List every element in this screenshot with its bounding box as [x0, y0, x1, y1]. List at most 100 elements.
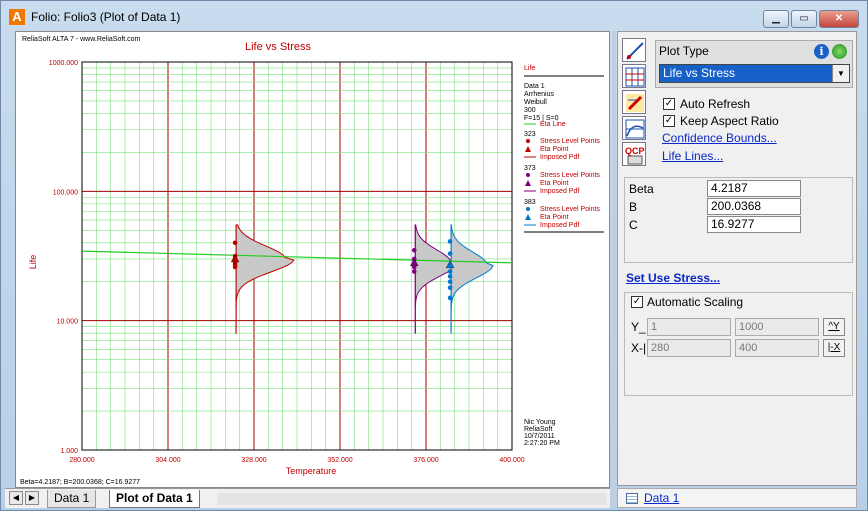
- plot-signature-line: 2:27:20 PM: [524, 440, 560, 447]
- life-vs-stress-chart: 280.000 304.000 328.000 352.000 376.000 400.0…: [20, 36, 604, 486]
- legend-info: Weibull: [524, 99, 547, 106]
- keep-aspect-label: Keep Aspect Ratio: [680, 114, 779, 128]
- param-value[interactable]: 4.2187: [707, 180, 801, 197]
- close-button[interactable]: ✕: [819, 10, 859, 28]
- y-tick-label: 1.000: [60, 448, 78, 455]
- grid-icon: [625, 67, 645, 87]
- legend-stress-points-label: Stress Level Points: [540, 172, 600, 179]
- set-use-stress-link[interactable]: Set Use Stress...: [626, 271, 720, 285]
- y-tick-label: 10.000: [57, 319, 79, 326]
- info-icon[interactable]: i: [814, 44, 829, 59]
- data-1-link[interactable]: Data 1: [644, 491, 679, 505]
- param-value[interactable]: 16.9277: [707, 216, 801, 233]
- scaling-group: ✓ Automatic Scaling Y_ 1 1000 ^Y X-| 280…: [624, 292, 853, 396]
- stress-level-point: [447, 279, 453, 285]
- maximize-button[interactable]: ▭: [791, 10, 817, 28]
- plot-tool-column: QCP: [622, 38, 652, 168]
- tab-nav-prev-button[interactable]: ◀: [9, 491, 23, 505]
- y-max-input[interactable]: 1000: [735, 318, 819, 336]
- y-axis-title: Life: [28, 255, 38, 270]
- grid-settings-tool[interactable]: [622, 64, 646, 88]
- plot-footer: Beta=4.2187; B=200.0368; C=16.9277: [20, 479, 140, 486]
- imposed-pdf-383: [450, 224, 494, 334]
- legend-eta-swatch: [525, 180, 531, 186]
- legend-eta-line-label: Eta Line: [540, 121, 566, 128]
- annotate-tool[interactable]: [622, 90, 646, 114]
- legend-stress-value: 383: [524, 199, 536, 206]
- life-lines-link[interactable]: Life Lines...: [662, 149, 723, 163]
- qcp-tool[interactable]: QCP: [622, 142, 646, 166]
- plot-type-value: Life vs Stress: [663, 66, 736, 80]
- alta-app-icon: A: [9, 9, 25, 25]
- plot-control-panel: QCP Plot Type i Life vs Stress ▼ ✓ Auto …: [617, 31, 857, 486]
- stress-level-point: [232, 264, 238, 270]
- legend-info: Arrhenius: [524, 91, 554, 98]
- chart-scale-icon: [625, 119, 645, 139]
- data-status-strip: Data 1: [617, 488, 857, 508]
- stress-level-point: [447, 274, 453, 279]
- legend-point-swatch: [526, 139, 530, 143]
- confidence-bounds-link[interactable]: Confidence Bounds...: [662, 131, 777, 145]
- y-min-input[interactable]: 1: [647, 318, 731, 336]
- legend-point-swatch: [526, 207, 530, 211]
- param-row-b: B 200.0368: [625, 198, 854, 216]
- legend-info: Data 1: [524, 83, 545, 90]
- plot-signature-line: ReliaSoft: [524, 426, 552, 433]
- application-window: A Folio: Folio3 (Plot of Data 1) ▁ ▭ ✕ 2…: [0, 0, 868, 511]
- y-tick-label: 1000.000: [49, 60, 78, 67]
- svg-text:QCP: QCP: [625, 146, 645, 156]
- stress-level-point: [411, 269, 417, 274]
- param-row-c: C 16.9277: [625, 216, 854, 234]
- auto-refresh-checkbox[interactable]: ✓: [663, 98, 675, 110]
- parameter-table: Beta 4.2187 B 200.0368 C 16.9277: [624, 177, 853, 263]
- tab-plot-of-data-1[interactable]: Plot of Data 1: [109, 490, 200, 508]
- qcp-icon: QCP: [625, 146, 645, 165]
- plot-options-group: ✓ Auto Refresh ✓ Keep Aspect Ratio Confi…: [655, 92, 853, 170]
- x-tick-label: 352.000: [327, 457, 352, 464]
- automatic-scaling-label: Automatic Scaling: [647, 295, 744, 309]
- plot-line-tool[interactable]: [622, 38, 646, 62]
- tab-data-1[interactable]: Data 1: [47, 490, 97, 508]
- param-row-beta: Beta 4.2187: [625, 180, 854, 198]
- x-tick-label: 376.000: [413, 457, 438, 464]
- y-axis-button[interactable]: ^Y: [823, 318, 845, 336]
- auto-refresh-label: Auto Refresh: [680, 97, 751, 111]
- stress-level-point: [447, 285, 453, 290]
- param-name: B: [629, 200, 638, 214]
- refresh-plot-icon[interactable]: [832, 44, 847, 59]
- stress-level-point: [447, 295, 453, 301]
- x-tick-label: 304.000: [155, 457, 180, 464]
- scale-tool[interactable]: [622, 116, 646, 140]
- param-name: C: [629, 218, 638, 232]
- legend-stress-points-label: Stress Level Points: [540, 138, 600, 145]
- data-sheet-icon: [626, 493, 638, 504]
- horizontal-scrollbar[interactable]: [217, 493, 607, 505]
- plot-area[interactable]: 280.000 304.000 328.000 352.000 376.000 400.0…: [15, 31, 610, 488]
- stress-level-point: [447, 251, 453, 256]
- legend-imposed-pdf-label: Imposed Pdf: [540, 222, 579, 229]
- param-value[interactable]: 200.0368: [707, 198, 801, 215]
- sheet-tab-bar: ◀ ▶ Data 1 Plot of Data 1: [5, 488, 610, 508]
- x-max-input[interactable]: 400: [735, 339, 819, 357]
- stress-level-point: [447, 269, 453, 274]
- draw-line-icon: [626, 42, 644, 60]
- chevron-down-icon[interactable]: ▼: [832, 65, 849, 82]
- x-min-input[interactable]: 280: [647, 339, 731, 357]
- automatic-scaling-checkbox[interactable]: ✓: [631, 296, 643, 308]
- legend-eta-swatch: [525, 146, 531, 152]
- minimize-button[interactable]: ▁: [763, 10, 789, 28]
- plot-type-select[interactable]: Life vs Stress ▼: [659, 64, 850, 83]
- y-tick-label: 100.000: [53, 189, 78, 196]
- stress-level-point: [232, 240, 238, 246]
- panel-splitter[interactable]: [612, 31, 616, 506]
- keep-aspect-checkbox[interactable]: ✓: [663, 115, 675, 127]
- tab-nav-next-button[interactable]: ▶: [25, 491, 39, 505]
- y-axis-label: Y_: [631, 320, 646, 334]
- legend-eta-point-label: Eta Point: [540, 180, 568, 187]
- title-bar: A Folio: Folio3 (Plot of Data 1) ▁ ▭ ✕: [1, 1, 867, 31]
- param-name: Beta: [629, 182, 654, 196]
- x-axis-button[interactable]: |-X: [823, 339, 845, 357]
- legend-stress-value: 373: [524, 165, 536, 172]
- imposed-pdf-323: [235, 224, 295, 334]
- pencil-icon: [626, 94, 644, 112]
